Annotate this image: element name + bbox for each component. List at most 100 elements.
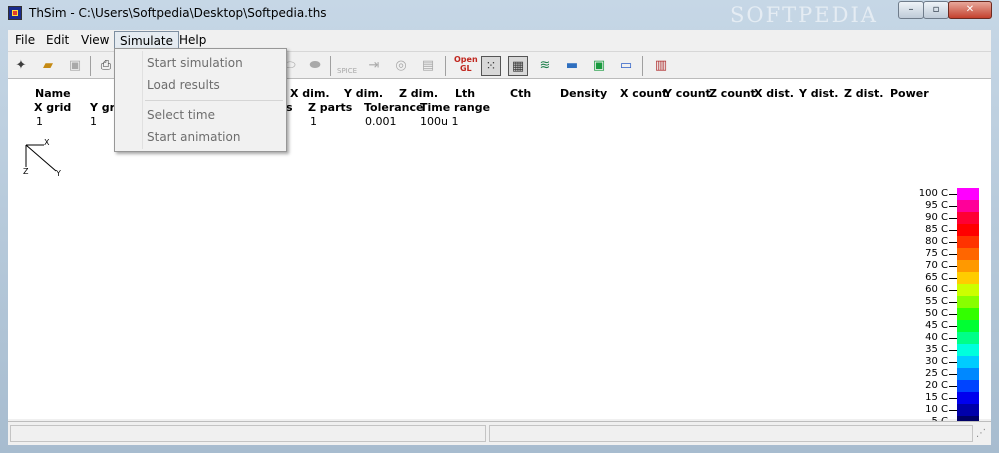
- axis-x-label: X: [44, 138, 50, 147]
- film-icon[interactable]: ▤: [418, 56, 438, 76]
- legend-swatch: [957, 212, 979, 224]
- value-tolerance: 0.001: [365, 115, 397, 128]
- menu-simulate[interactable]: Simulate: [114, 31, 180, 49]
- legend-label: 95 C: [925, 200, 948, 211]
- menu-start-simulation[interactable]: Start simulation: [147, 56, 243, 70]
- legend-tick: [949, 254, 957, 255]
- maximize-button[interactable]: ▫: [923, 1, 949, 19]
- axis-y-label: Y: [56, 169, 61, 178]
- legend-swatch: [957, 272, 979, 284]
- legend-swatch: [957, 296, 979, 308]
- value-z-parts: 1: [310, 115, 317, 128]
- export-icon[interactable]: ⇥: [364, 56, 384, 76]
- legend-tick: [949, 374, 957, 375]
- header-x-dist: X dist.: [754, 87, 794, 100]
- menu-bar: File Edit View Simulate Help: [8, 30, 991, 50]
- status-pane-left: [10, 425, 486, 442]
- simulate-dropdown: Start simulation Load results Select tim…: [114, 48, 287, 152]
- open-folder-icon[interactable]: ▰: [38, 56, 58, 76]
- menu-help[interactable]: Help: [174, 31, 211, 49]
- layer-square-icon[interactable]: ▣: [589, 56, 609, 76]
- minimize-button[interactable]: –: [898, 1, 924, 19]
- layer-top-icon[interactable]: ▬: [562, 56, 582, 76]
- watermark: SOFTPEDIA: [730, 3, 878, 27]
- axis-indicator: X Z Y: [22, 138, 62, 181]
- legend-swatch: [957, 284, 979, 296]
- legend-tick: [949, 314, 957, 315]
- legend-label: 25 C: [925, 368, 948, 379]
- window-frame: ThSim - C:\Users\Softpedia\Desktop\Softp…: [0, 0, 999, 453]
- header-density: Density: [560, 87, 608, 100]
- legend-tick: [949, 398, 957, 399]
- menu-file[interactable]: File: [10, 31, 40, 49]
- layers-icon[interactable]: ≋: [535, 56, 555, 76]
- legend-label: 70 C: [925, 260, 948, 271]
- legend-swatch: [957, 344, 979, 356]
- toolbar-separator: [642, 56, 643, 76]
- legend-label: 35 C: [925, 344, 948, 355]
- opengl-label-gl: GL: [459, 64, 472, 73]
- legend-label: 65 C: [925, 272, 948, 283]
- legend-tick: [949, 350, 957, 351]
- legend-tick: [949, 290, 957, 291]
- legend-label: 40 C: [925, 332, 948, 343]
- legend-label: 100 C: [918, 188, 948, 199]
- dots-grid-icon[interactable]: ⁙: [481, 56, 501, 76]
- spice-icon[interactable]: SPICE: [337, 56, 357, 76]
- save-disk-icon[interactable]: ▣: [65, 56, 85, 76]
- status-pane-right: [489, 425, 973, 442]
- menu-edit[interactable]: Edit: [41, 31, 74, 49]
- menu-view[interactable]: View: [76, 31, 114, 49]
- toolbar-separator: [330, 56, 331, 76]
- opengl-label-open: Open: [454, 55, 478, 64]
- resize-grip-icon[interactable]: ⋰: [976, 428, 986, 439]
- legend-swatch: [957, 404, 979, 416]
- header-lth: Lth: [455, 87, 476, 100]
- value-y-grid: 1: [90, 115, 97, 128]
- legend-swatch: [957, 380, 979, 392]
- menu-start-animation[interactable]: Start animation: [147, 130, 240, 144]
- menu-select-time[interactable]: Select time: [147, 108, 215, 122]
- legend-tick: [949, 410, 957, 411]
- value-time-range: 100u 1: [420, 115, 459, 128]
- disabled-tool-icon-2[interactable]: ⬬: [305, 56, 325, 76]
- legend-swatch: [957, 392, 979, 404]
- legend-label: 10 C: [925, 404, 948, 415]
- header-z-dist: Z dist.: [844, 87, 884, 100]
- header-power: Power: [890, 87, 929, 100]
- legend-swatch: [957, 200, 979, 212]
- header-y-dim: Y dim.: [344, 87, 384, 100]
- legend-swatch: [957, 248, 979, 260]
- window-title: ThSim - C:\Users\Softpedia\Desktop\Softp…: [29, 6, 327, 20]
- legend-tick: [949, 242, 957, 243]
- layer-bottom-icon[interactable]: ▭: [616, 56, 636, 76]
- header-time-range: Time range: [420, 101, 491, 114]
- legend-label: 15 C: [925, 392, 948, 403]
- legend-swatch: [957, 356, 979, 368]
- legend-swatch: [957, 236, 979, 248]
- status-bar: ⋰: [8, 421, 991, 445]
- legend-tick: [949, 338, 957, 339]
- axis-z-label: Z: [23, 167, 29, 176]
- dial-icon[interactable]: ◎: [391, 56, 411, 76]
- header-x-grid: X grid: [34, 101, 72, 114]
- close-button[interactable]: ✕: [948, 1, 992, 19]
- title-bar[interactable]: ThSim - C:\Users\Softpedia\Desktop\Softp…: [0, 0, 999, 28]
- legend-label: 80 C: [925, 236, 948, 247]
- menu-load-results[interactable]: Load results: [147, 78, 220, 92]
- legend-label: 30 C: [925, 356, 948, 367]
- new-file-icon[interactable]: ✦: [11, 56, 31, 76]
- header-y-dist: Y dist.: [799, 87, 839, 100]
- print-icon[interactable]: ⎙: [96, 56, 116, 76]
- toolbar-separator: [445, 56, 446, 76]
- header-cth: Cth: [510, 87, 532, 100]
- opengl-icon[interactable]: Open GL: [454, 55, 478, 73]
- legend-swatch: [957, 260, 979, 272]
- grid-icon[interactable]: ▦: [508, 56, 528, 76]
- header-z-dim: Z dim.: [399, 87, 439, 100]
- header-tolerance: Tolerance: [364, 101, 424, 114]
- app-icon[interactable]: [8, 6, 22, 20]
- legend-label: 90 C: [925, 212, 948, 223]
- legend-label: 45 C: [925, 320, 948, 331]
- clipboard-icon[interactable]: ▥: [651, 56, 671, 76]
